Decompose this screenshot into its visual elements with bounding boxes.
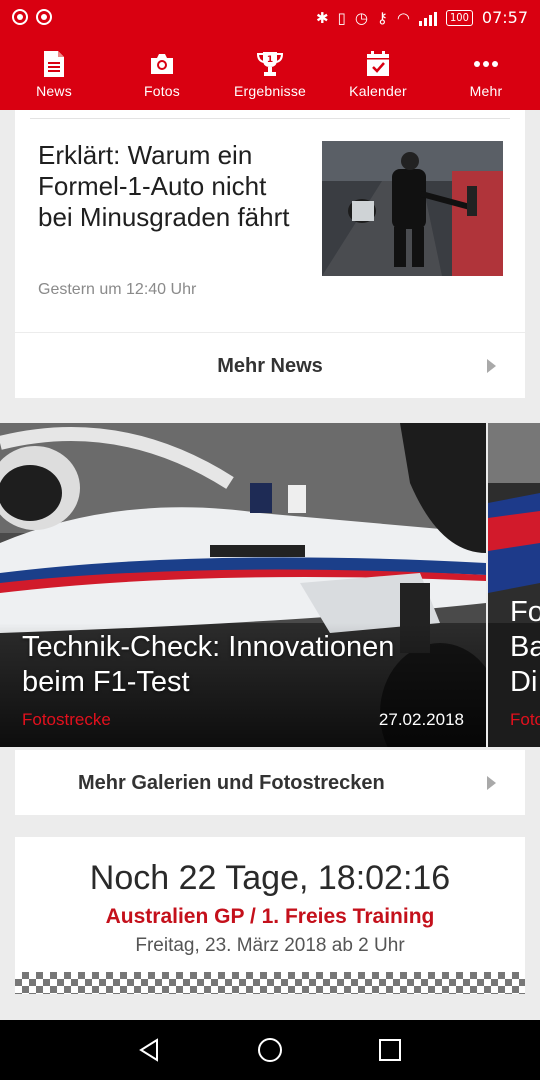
nav-label: Ergebnisse [233, 83, 307, 99]
notification-icon [12, 9, 28, 25]
news-item[interactable]: Erklärt: Warum ein Formel-1-Auto nicht b… [15, 110, 525, 332]
more-news-button[interactable]: Mehr News [15, 332, 525, 398]
more-galleries-label: Mehr Galerien und Fotostrecken [78, 772, 385, 794]
home-icon[interactable] [255, 1035, 285, 1065]
camera-icon [151, 54, 173, 74]
wifi-icon: ◠ [396, 8, 410, 27]
nav-label: News [36, 83, 72, 99]
more-dots-icon [474, 61, 498, 67]
key-icon: ⚷ [376, 8, 388, 27]
document-icon [44, 51, 64, 77]
back-icon[interactable] [135, 1035, 165, 1065]
gallery-slide-category: Fotostrecke [22, 710, 111, 729]
vibrate-icon: ▯ [337, 8, 346, 27]
countdown-event: Australien GP / 1. Freies Training [105, 905, 435, 928]
countdown-time: Noch 22 Tage, 18:02:16 [89, 859, 451, 897]
nav-item-fotos[interactable]: Fotos [108, 36, 216, 110]
divider [30, 118, 510, 119]
alarm-icon: ◷ [354, 8, 368, 27]
more-galleries-button[interactable]: Mehr Galerien und Fotostrecken [15, 749, 525, 815]
nav-item-kalender[interactable]: Kalender [324, 36, 432, 110]
gallery-slide[interactable]: Technik-Check: Innovationen beim F1-Test… [0, 423, 486, 747]
trophy-icon: 1 [257, 52, 283, 76]
nav-item-news[interactable]: News [0, 36, 108, 110]
countdown-date: Freitag, 23. März 2018 ab 2 Uhr [135, 935, 405, 956]
nav-label: Fotos [143, 83, 180, 99]
gallery-slide-next[interactable]: Fo Ba Di Foto [488, 423, 540, 747]
more-news-label: Mehr News [217, 355, 323, 377]
battery-icon: 100 [446, 9, 473, 26]
clock: 07:57 [481, 8, 528, 27]
nav-item-ergebnisse[interactable]: 1 Ergebnisse [216, 36, 324, 110]
countdown-widget[interactable]: Noch 22 Tage, 18:02:16 Australien GP / 1… [15, 837, 525, 994]
bluetooth-icon: ✱ [315, 8, 329, 27]
news-title[interactable]: Erklärt: Warum ein Formel-1-Auto nicht b… [38, 140, 308, 233]
notification-icon [36, 9, 52, 25]
content-feed[interactable]: Erklärt: Warum ein Formel-1-Auto nicht b… [0, 110, 540, 1020]
top-nav: News Fotos 1 Ergebnisse Kalender Mehr [0, 36, 540, 110]
signal-icon [419, 10, 437, 26]
news-thumbnail[interactable] [322, 141, 503, 276]
svg-text:1: 1 [267, 55, 273, 65]
chevron-right-icon [487, 359, 496, 373]
gallery-slide-date: 27.02.2018 [378, 710, 464, 729]
gallery-next-title: Fo Ba Di [510, 596, 540, 698]
gallery-slide-title: Technik-Check: Innovationen beim F1-Test [22, 631, 395, 698]
chevron-right-icon [487, 776, 496, 790]
gallery-carousel[interactable]: Technik-Check: Innovationen beim F1-Test… [0, 423, 540, 747]
system-nav-bar [0, 1020, 540, 1080]
news-timestamp: Gestern um 12:40 Uhr [38, 281, 197, 298]
status-bar: ✱ ▯ ◷ ⚷ ◠ 100 07:57 [0, 0, 540, 36]
nav-label: Mehr [469, 83, 503, 99]
recent-apps-icon[interactable] [375, 1035, 405, 1065]
nav-label: Kalender [349, 83, 407, 99]
nav-item-mehr[interactable]: Mehr [432, 36, 540, 110]
gallery-next-category: Foto [510, 710, 540, 729]
checkered-flag-strip [15, 972, 525, 994]
calendar-icon [367, 51, 389, 76]
